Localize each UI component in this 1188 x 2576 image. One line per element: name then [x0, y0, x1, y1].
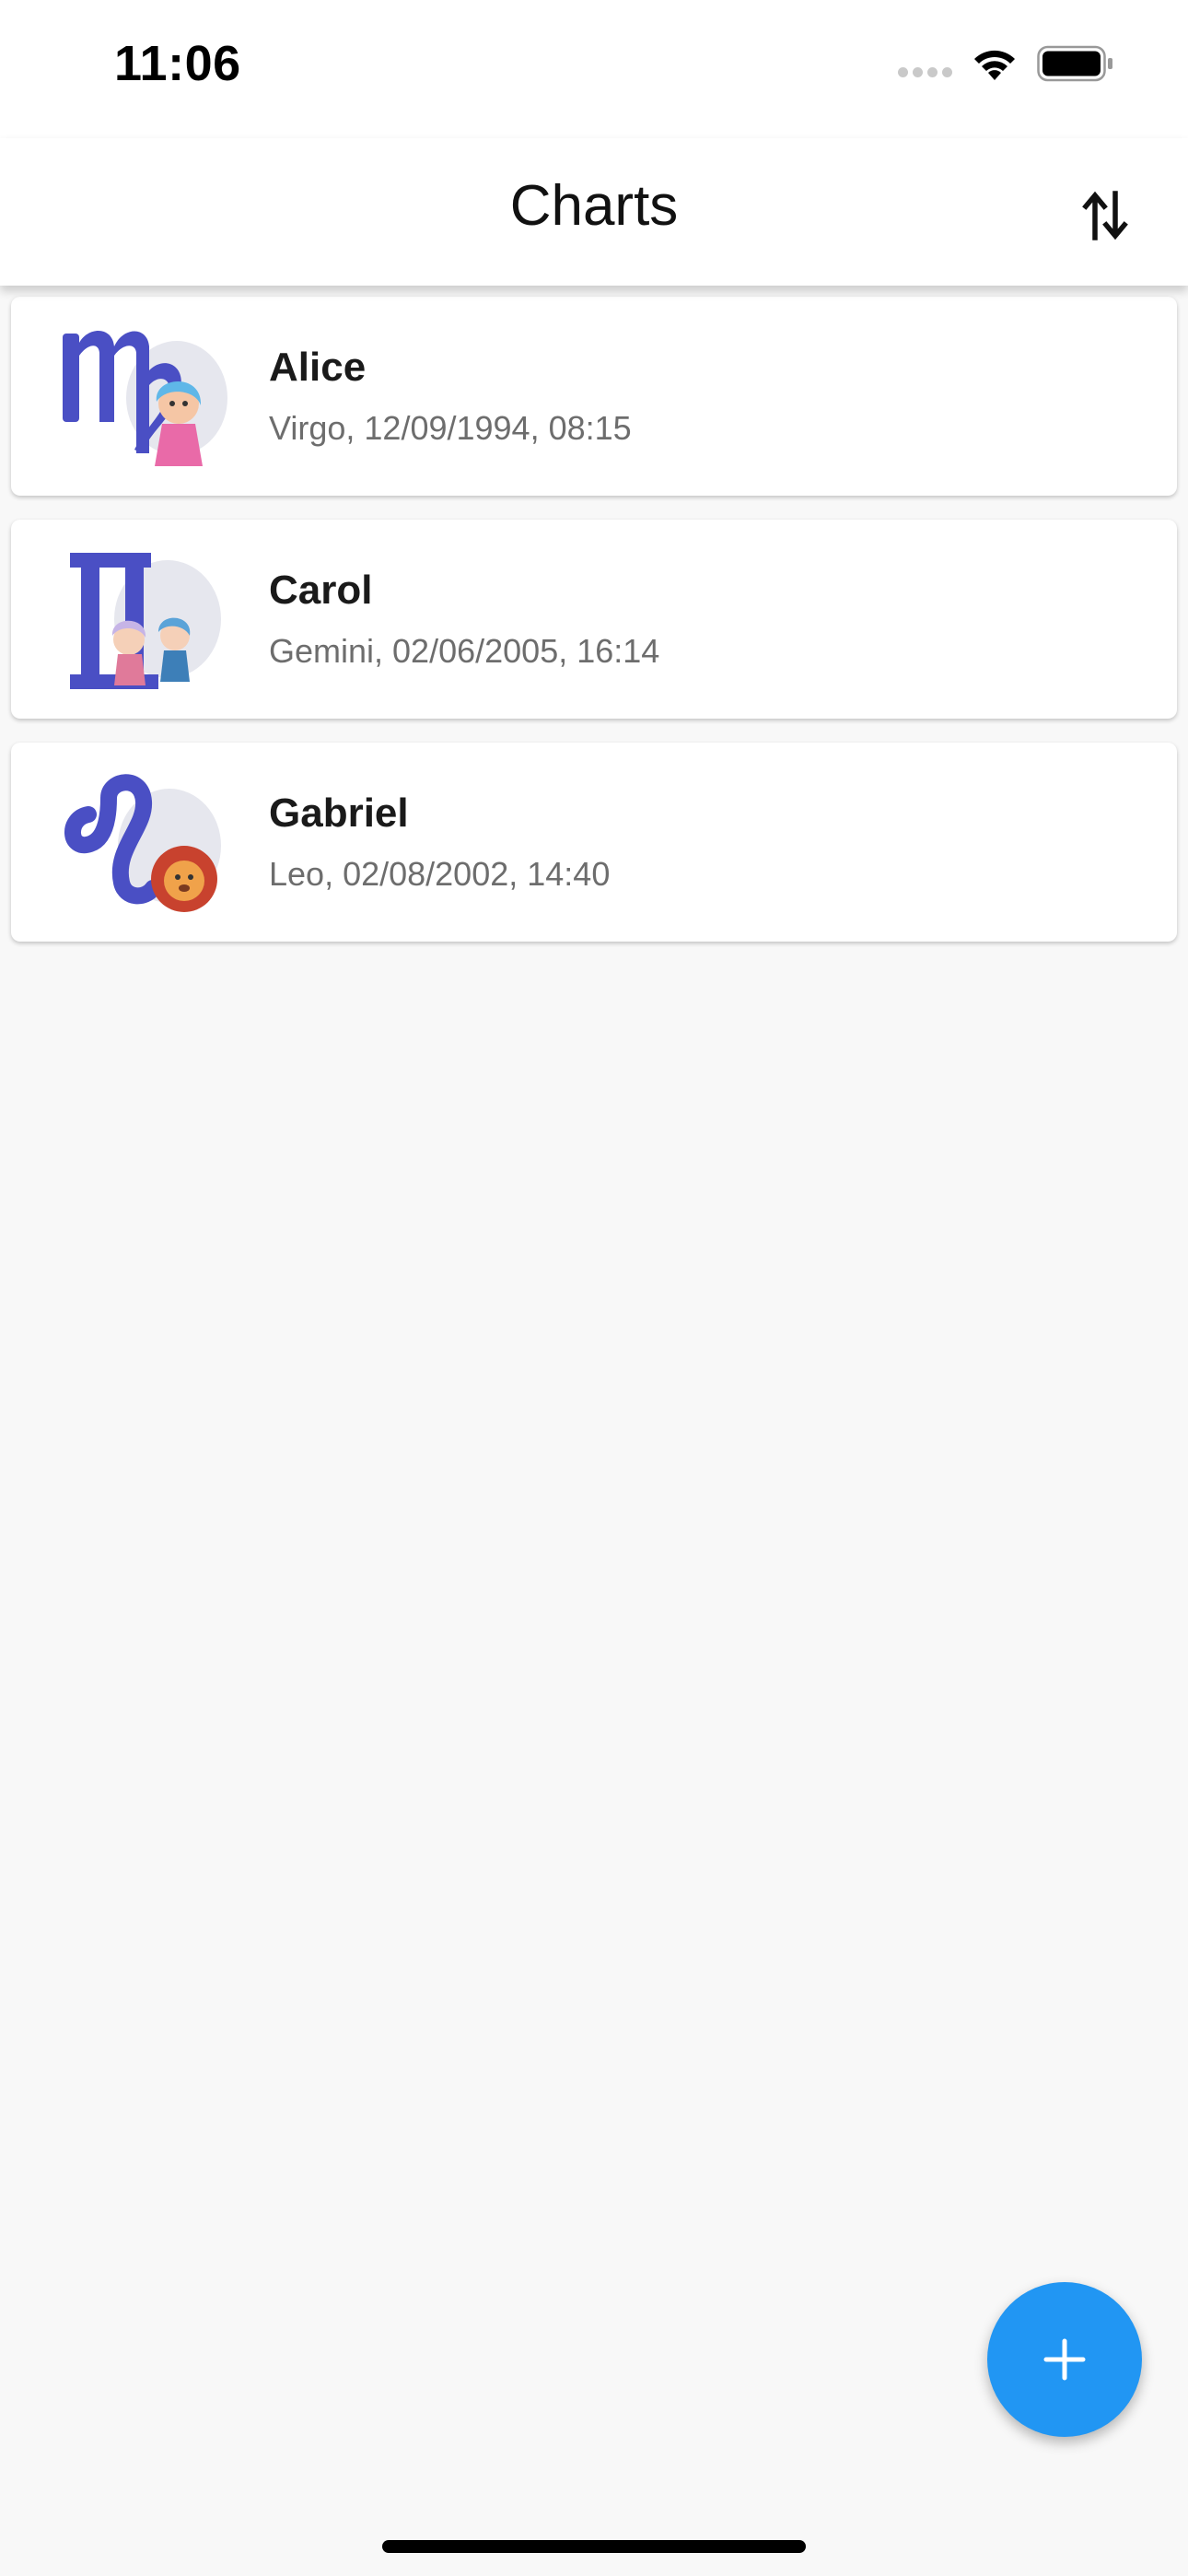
wifi-icon [974, 50, 1015, 80]
page-title: Charts [509, 174, 679, 238]
chart-name: Carol [269, 568, 373, 613]
chart-detail: Virgo, 12/09/1994, 08:15 [269, 409, 632, 447]
status-bar: 11:06 [0, 0, 1188, 138]
home-indicator[interactable] [382, 2540, 806, 2553]
gemini-icon [70, 553, 221, 689]
add-chart-button[interactable] [987, 2282, 1142, 2437]
virgo-icon [63, 330, 227, 466]
sort-arrows-icon [1082, 191, 1128, 240]
status-icons [898, 44, 1114, 83]
sort-button[interactable] [1068, 179, 1142, 252]
chart-name: Alice [269, 345, 367, 390]
chart-detail: Leo, 02/08/2002, 14:40 [269, 855, 611, 893]
app-bar: Charts [0, 138, 1188, 286]
chart-detail: Gemini, 02/06/2005, 16:14 [269, 632, 660, 670]
cellular-signal-icon [898, 66, 952, 77]
chart-list: Alice Virgo, 12/09/1994, 08:15 Carol Gem… [11, 297, 1177, 966]
chart-list-item[interactable]: Gabriel Leo, 02/08/2002, 14:40 [11, 743, 1177, 942]
chart-list-item[interactable]: Alice Virgo, 12/09/1994, 08:15 [11, 297, 1177, 496]
status-time: 11:06 [114, 36, 241, 91]
chart-name: Gabriel [269, 790, 409, 836]
chart-list-item[interactable]: Carol Gemini, 02/06/2005, 16:14 [11, 520, 1177, 719]
plus-icon [1043, 2338, 1086, 2381]
battery-icon [1037, 45, 1112, 82]
leo-icon [64, 774, 221, 912]
